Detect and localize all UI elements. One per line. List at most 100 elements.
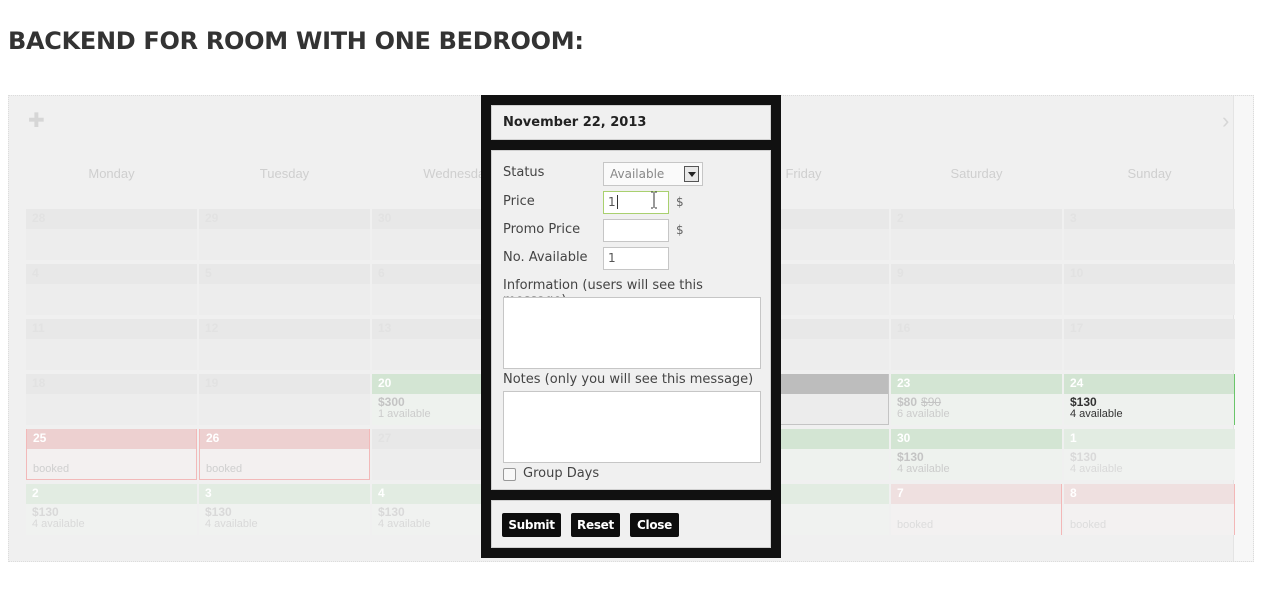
calendar-day-info: $130 4 available (891, 449, 1062, 477)
calendar-day-number: 1 (1064, 429, 1235, 449)
group-days-checkbox[interactable] (503, 468, 516, 481)
calendar-day-number: 25 (27, 429, 196, 449)
calendar-day-number: 3 (199, 484, 370, 504)
close-button[interactable]: Close (630, 513, 679, 537)
submit-button[interactable]: Submit (502, 513, 561, 537)
page-title: BACKEND FOR ROOM WITH ONE BEDROOM: (8, 27, 584, 55)
calendar-day-cell[interactable]: 3 (1064, 209, 1235, 260)
no-available-label: No. Available (503, 250, 588, 265)
calendar-day-number: 28 (26, 209, 197, 229)
calendar-day-cell[interactable]: 26 booked (199, 429, 370, 480)
day-booked-note: booked (897, 519, 934, 531)
calendar-day-number: 5 (199, 264, 370, 284)
calendar-day-cell[interactable]: 2 (891, 209, 1062, 260)
chevron-right-icon[interactable]: › (1222, 110, 1229, 132)
day-availability: 4 available (205, 518, 258, 530)
day-availability: 4 available (897, 463, 950, 475)
calendar-day-cell[interactable]: 24 $130 4 available (1064, 374, 1235, 425)
day-price-value: $130 (1070, 450, 1097, 464)
notes-label: Notes (only you will see this message) (503, 372, 754, 387)
chevron-down-icon[interactable] (684, 166, 699, 182)
calendar-day-cell[interactable]: 7 booked (891, 484, 1062, 535)
calendar-day-number: 7 (891, 484, 1061, 504)
calendar-day-number: 10 (1064, 264, 1235, 284)
price-currency: $ (676, 195, 684, 209)
reset-button[interactable]: Reset (571, 513, 620, 537)
day-price: $130 (1070, 451, 1229, 463)
day-availability: 4 available (1070, 463, 1123, 475)
day-availability: 4 available (1070, 408, 1123, 420)
promo-price-label: Promo Price (503, 222, 581, 237)
calendar-day-cell[interactable]: 2 $130 4 available (26, 484, 197, 535)
calendar-day-number: 24 (1064, 374, 1234, 394)
calendar-day-info: $130 4 available (1064, 449, 1235, 477)
day-header-sunday: Sunday (1127, 166, 1172, 181)
calendar-day-cell[interactable]: 19 (199, 374, 370, 425)
calendar-day-cell[interactable]: 11 (26, 319, 197, 370)
calendar-day-cell[interactable]: 16 (891, 319, 1062, 370)
calendar-scroll-area (1233, 96, 1253, 561)
price-label: Price (503, 194, 535, 209)
calendar-day-cell[interactable]: 18 (26, 374, 197, 425)
day-booked-note: booked (1070, 519, 1107, 531)
calendar-day-cell[interactable]: 5 (199, 264, 370, 315)
calendar-day-number: 17 (1064, 319, 1235, 339)
calendar-day-number: 26 (200, 429, 369, 449)
calendar-day-info: $130 4 available (26, 504, 197, 532)
calendar-day-cell[interactable]: 8 booked (1064, 484, 1235, 535)
status-label: Status (503, 165, 545, 180)
calendar-day-number: 16 (891, 319, 1062, 339)
plus-icon[interactable]: ✚ (28, 111, 45, 131)
day-price-value: $80 (897, 395, 918, 409)
calendar-day-cell[interactable]: 23 $80 $90 6 available (891, 374, 1062, 425)
calendar-day-info: $130 4 available (1064, 394, 1234, 422)
modal-date-title: November 22, 2013 (491, 105, 771, 140)
calendar-day-cell[interactable]: 12 (199, 319, 370, 370)
calendar-day-cell[interactable]: 29 (199, 209, 370, 260)
calendar-day-number: 18 (26, 374, 197, 394)
calendar-day-cell[interactable]: 30 $130 4 available (891, 429, 1062, 480)
no-available-input[interactable]: 1 (603, 247, 669, 270)
price-input[interactable]: 1​ (603, 191, 669, 214)
calendar-day-cell[interactable]: 9 (891, 264, 1062, 315)
status-select-value: Available (610, 167, 665, 181)
day-availability: 6 available (897, 408, 950, 420)
calendar-day-info: $80 $90 6 available (891, 394, 1062, 422)
calendar-day-number: 8 (1064, 484, 1234, 504)
day-price: $130 (205, 506, 364, 518)
information-textarea[interactable] (503, 297, 761, 369)
day-price-value: $300 (378, 395, 405, 409)
calendar-day-cell[interactable]: 10 (1064, 264, 1235, 315)
text-cursor-icon (651, 191, 657, 209)
calendar-day-cell[interactable]: 1 $130 4 available (1064, 429, 1235, 480)
price-input-value: 1 (608, 195, 616, 209)
calendar-day-cell[interactable]: 3 $130 4 available (199, 484, 370, 535)
calendar-day-number: 12 (199, 319, 370, 339)
day-price-value: $130 (378, 505, 405, 519)
status-select[interactable]: Available (603, 162, 703, 186)
day-price: $80 $90 (897, 396, 1056, 408)
day-header-tuesday: Tuesday (259, 166, 310, 181)
promo-price-input[interactable] (603, 219, 669, 242)
modal-form: Status Available Price 1​ $ Promo Price … (491, 150, 771, 490)
day-price-value: $130 (897, 450, 924, 464)
calendar-day-cell[interactable]: 4 (26, 264, 197, 315)
calendar-day-number: 9 (891, 264, 1062, 284)
calendar-day-cell[interactable]: 25 booked (26, 429, 197, 480)
day-price: $130 (1070, 396, 1228, 408)
day-booked-note: booked (206, 463, 243, 475)
calendar-day-number: 3 (1064, 209, 1235, 229)
day-price: $130 (32, 506, 191, 518)
notes-textarea[interactable] (503, 391, 761, 463)
day-price-value: $130 (32, 505, 59, 519)
calendar-day-number: 29 (199, 209, 370, 229)
promo-price-currency: $ (676, 223, 684, 237)
modal-actions: Submit Reset Close (491, 500, 771, 548)
calendar-day-number: 2 (26, 484, 197, 504)
calendar-day-number: 30 (891, 429, 1062, 449)
calendar-day-cell[interactable]: 28 (26, 209, 197, 260)
text-caret: ​ (616, 195, 618, 209)
calendar-day-cell[interactable]: 17 (1064, 319, 1235, 370)
day-availability: 4 available (32, 518, 85, 530)
calendar-day-info: $130 4 available (199, 504, 370, 532)
